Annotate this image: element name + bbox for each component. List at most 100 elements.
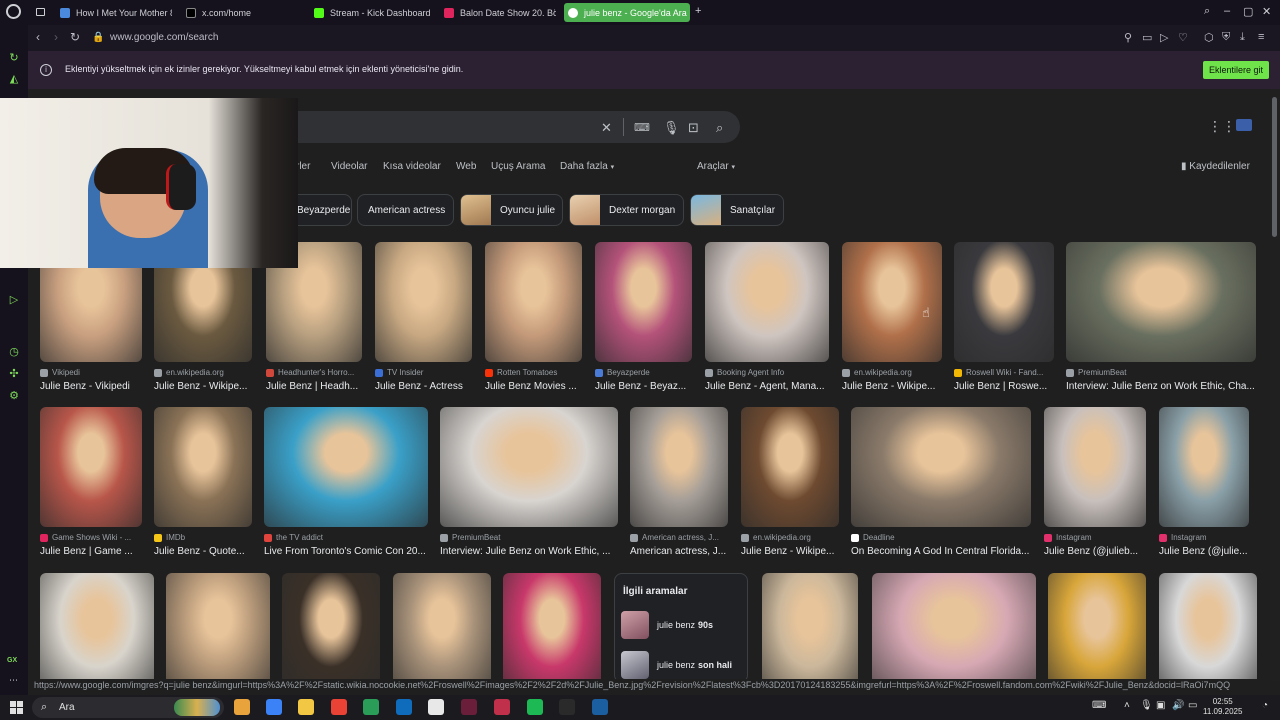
image-source[interactable]: Beyazperde <box>595 368 692 377</box>
image-result[interactable] <box>1048 573 1146 681</box>
image-thumbnail[interactable] <box>842 242 942 362</box>
image-thumbnail[interactable] <box>166 573 270 681</box>
image-thumbnail[interactable] <box>851 407 1031 527</box>
new-tab-button[interactable]: + <box>695 5 701 17</box>
image-thumbnail[interactable] <box>503 573 601 681</box>
sidebar-more-icon[interactable]: ⋯ <box>9 675 18 686</box>
image-result[interactable]: Roswell Wiki - Fand... Julie Benz | Roswe… <box>954 242 1054 392</box>
taskbar-app-icon[interactable] <box>461 699 477 715</box>
tab-kick-dashboard[interactable]: Stream - Kick Dashboard <box>310 3 438 22</box>
image-result[interactable] <box>393 573 491 681</box>
taskbar-app-icon[interactable] <box>494 699 510 715</box>
image-source[interactable]: en.wikipedia.org <box>741 533 839 542</box>
image-source[interactable]: Instagram <box>1044 533 1146 542</box>
image-title[interactable]: On Becoming A God In Central Florida... <box>851 546 1031 557</box>
image-result[interactable]: Instagram Julie Benz (@julieb... <box>1044 407 1146 557</box>
language-icon[interactable]: ⌨ <box>1092 700 1106 711</box>
image-result[interactable] <box>872 573 1036 681</box>
back-icon[interactable]: ‹ <box>36 30 40 44</box>
chip-oyuncu-julie[interactable]: Oyuncu julie <box>460 194 563 226</box>
image-thumbnail[interactable] <box>440 407 618 527</box>
snapshot-icon[interactable]: ▭ <box>1142 31 1152 44</box>
image-result[interactable] <box>40 573 154 681</box>
image-result[interactable] <box>166 573 270 681</box>
filter-tab-videos[interactable]: Videolar <box>331 161 368 172</box>
reload-icon[interactable]: ↻ <box>70 30 80 44</box>
image-thumbnail[interactable] <box>485 242 582 362</box>
image-title[interactable]: Julie Benz | Roswe... <box>954 381 1054 392</box>
minimize-icon[interactable]: – <box>1224 5 1230 17</box>
related-search-item[interactable]: julie benz 90s <box>621 610 745 640</box>
tab-google-search[interactable]: julie benz - Google'da Ara <box>564 3 690 22</box>
profile-avatar[interactable] <box>1236 119 1252 131</box>
tools-button[interactable]: Araçlar ▾ <box>697 161 735 172</box>
image-result[interactable]: en.wikipedia.org Julie Benz - Wikipe... <box>741 407 839 557</box>
tab-himym[interactable]: How I Met Your Mother 8. <box>56 3 172 22</box>
close-icon[interactable]: ✕ <box>1262 5 1271 18</box>
image-result[interactable]: IMDb Julie Benz - Quote... <box>154 407 252 557</box>
image-source[interactable]: Vikipedi <box>40 368 142 377</box>
image-source[interactable]: en.wikipedia.org <box>154 368 252 377</box>
taskbar-search[interactable]: ⌕ Ara <box>32 697 224 718</box>
image-source[interactable]: TV Insider <box>375 368 472 377</box>
image-thumbnail[interactable] <box>264 407 428 527</box>
image-title[interactable]: Julie Benz Movies ... <box>485 381 582 392</box>
image-source[interactable]: en.wikipedia.org <box>842 368 942 377</box>
page-scrollbar[interactable] <box>1270 89 1280 681</box>
image-thumbnail[interactable] <box>954 242 1054 362</box>
play-icon[interactable]: ▷ <box>1160 31 1168 44</box>
tab-balon-date[interactable]: Balon Date Show 20. Böl <box>440 3 556 22</box>
image-source[interactable]: PremiumBeat <box>440 533 618 542</box>
image-source[interactable]: PremiumBeat <box>1066 368 1256 377</box>
image-source[interactable]: Headhunter's Horro... <box>266 368 362 377</box>
related-search-item[interactable]: julie benz son hali <box>621 650 745 680</box>
image-thumbnail[interactable] <box>705 242 829 362</box>
clear-icon[interactable]: ✕ <box>601 120 612 136</box>
image-thumbnail[interactable] <box>40 573 154 681</box>
tray-chevron-icon[interactable]: ˄ <box>1124 700 1130 711</box>
image-title[interactable]: Julie Benz (@julie... <box>1159 546 1249 557</box>
extensions-icon[interactable]: ⬡ <box>1204 31 1214 44</box>
sidebar-gx-label[interactable]: GX <box>7 657 17 664</box>
image-result[interactable] <box>503 573 601 681</box>
image-title[interactable]: Interview: Julie Benz on Work Ethic, ... <box>440 546 618 557</box>
image-result[interactable]: American actress, J... American actress, … <box>630 407 728 557</box>
forward-icon[interactable]: › <box>54 30 58 44</box>
image-thumbnail[interactable] <box>1159 573 1257 681</box>
image-result[interactable]: Booking Agent Info Julie Benz - Agent, Ma… <box>705 242 829 392</box>
menu-icon[interactable]: ≡ <box>1258 31 1264 43</box>
taskbar-app-icon[interactable] <box>298 699 314 715</box>
image-result[interactable]: PremiumBeat Interview: Julie Benz on Work… <box>1066 242 1256 392</box>
chip-artists[interactable]: Sanatçılar <box>690 194 784 226</box>
image-title[interactable]: Live From Toronto's Comic Con 20... <box>264 546 428 557</box>
image-thumbnail[interactable] <box>872 573 1036 681</box>
image-result[interactable]: Instagram Julie Benz (@julie... <box>1159 407 1249 557</box>
heart-icon[interactable]: ♡ <box>1178 31 1188 44</box>
image-source[interactable]: American actress, J... <box>630 533 728 542</box>
image-title[interactable]: Julie Benz - Beyaz... <box>595 381 692 392</box>
image-thumbnail[interactable] <box>282 573 380 681</box>
microphone-icon[interactable]: 🎙 <box>1140 700 1153 711</box>
sidebar-flow-icon[interactable]: ◭ <box>7 72 21 86</box>
chip-american-actress[interactable]: American actress <box>357 194 454 226</box>
image-source[interactable]: IMDb <box>154 533 252 542</box>
image-title[interactable]: Julie Benz - Agent, Mana... <box>705 381 829 392</box>
image-title[interactable]: Julie Benz - Vikipedi <box>40 381 142 392</box>
sidebar-play-icon[interactable]: ▷ <box>7 293 21 307</box>
taskbar-app-icon[interactable] <box>592 699 608 715</box>
image-title[interactable]: Julie Benz - Actress <box>375 381 472 392</box>
image-result[interactable] <box>762 573 858 681</box>
taskbar-app-icon[interactable] <box>363 699 379 715</box>
image-title[interactable]: Interview: Julie Benz on Work Ethic, Cha… <box>1066 381 1256 392</box>
filter-tab-flights[interactable]: Uçuş Arama <box>491 161 545 172</box>
taskbar-app-icon[interactable] <box>266 699 282 715</box>
image-source[interactable]: Booking Agent Info <box>705 368 829 377</box>
saved-button[interactable]: ▮ Kaydedilenler <box>1181 161 1250 172</box>
filter-tab-short-videos[interactable]: Kısa videolar <box>383 161 441 172</box>
battery-icon[interactable]: ▭ <box>1188 700 1197 711</box>
taskbar-app-icon[interactable] <box>396 699 412 715</box>
image-thumbnail[interactable] <box>1066 242 1256 362</box>
sidebar-extensions-icon[interactable]: ✣ <box>7 367 21 381</box>
filter-tab-images[interactable]: rler <box>296 161 310 172</box>
taskbar-app-icon[interactable] <box>234 699 250 715</box>
